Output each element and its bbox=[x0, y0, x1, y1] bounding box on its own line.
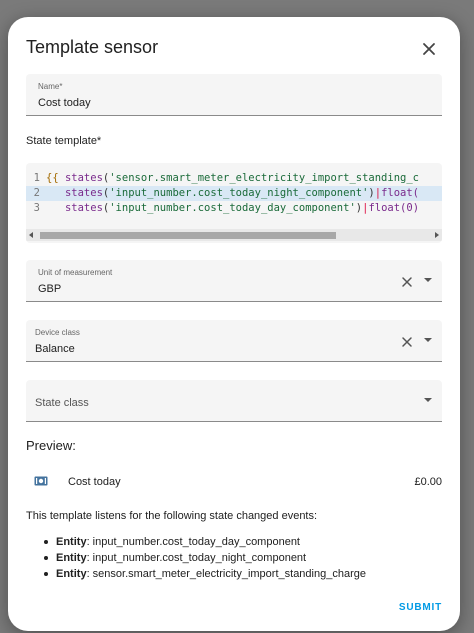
code-token: states bbox=[64, 187, 103, 199]
close-button[interactable] bbox=[416, 36, 442, 62]
device-class-field[interactable]: Device class Balance bbox=[26, 320, 442, 362]
listen-description: This template listens for the following … bbox=[26, 510, 318, 522]
code-line[interactable]: 3 states('input_number.cost_today_day_co… bbox=[26, 201, 442, 216]
entity-id: : input_number.cost_today_night_componen… bbox=[86, 552, 307, 564]
preview-entity-name: Cost today bbox=[68, 476, 121, 488]
code-token: float( bbox=[381, 187, 420, 199]
name-field-label: Name* bbox=[38, 82, 63, 91]
clear-icon[interactable] bbox=[400, 275, 414, 289]
unit-field-label: Unit of measurement bbox=[38, 268, 113, 277]
dialog-title: Template sensor bbox=[26, 37, 159, 57]
code-line[interactable]: 1{{ states('sensor.smart_meter_electrici… bbox=[26, 171, 442, 186]
state-class-placeholder: State class bbox=[35, 397, 89, 409]
preview-entity-row[interactable]: Cost today £0.00 bbox=[26, 472, 442, 494]
device-class-field-label: Device class bbox=[35, 328, 80, 337]
clear-icon[interactable] bbox=[400, 335, 414, 349]
code-token: 'input_number.cost_today_night_component… bbox=[109, 187, 369, 199]
scroll-thumb[interactable] bbox=[40, 232, 336, 239]
line-number: 1 bbox=[33, 172, 40, 184]
dropdown-arrow-icon[interactable] bbox=[424, 338, 432, 342]
cash-icon bbox=[34, 476, 48, 486]
line-number: 3 bbox=[33, 202, 40, 214]
state-class-field[interactable]: State class bbox=[26, 380, 442, 422]
list-item: Entity: input_number.cost_today_night_co… bbox=[42, 550, 366, 566]
code-token: states bbox=[64, 202, 103, 214]
list-item: Entity: sensor.smart_meter_electricity_i… bbox=[42, 566, 366, 582]
code-token: states bbox=[64, 172, 103, 184]
scroll-left-arrow-icon[interactable] bbox=[29, 232, 33, 238]
state-template-editor[interactable]: 1{{ states('sensor.smart_meter_electrici… bbox=[26, 163, 442, 243]
preview-label: Preview: bbox=[26, 438, 76, 453]
unit-field-value: GBP bbox=[38, 283, 62, 295]
template-sensor-dialog: Template sensor Name* Cost today State t… bbox=[8, 17, 460, 631]
entity-id: : sensor.smart_meter_electricity_import_… bbox=[86, 568, 366, 580]
code-token: 'input_number.cost_today_day_component' bbox=[109, 202, 356, 214]
list-item: Entity: input_number.cost_today_day_comp… bbox=[42, 534, 366, 550]
code-token: float(0) bbox=[368, 202, 420, 214]
listened-events-list: Entity: input_number.cost_today_day_comp… bbox=[42, 534, 366, 582]
entity-id: : input_number.cost_today_day_component bbox=[86, 536, 300, 548]
entity-prefix: Entity bbox=[56, 552, 87, 564]
submit-button[interactable]: SUBMIT bbox=[399, 602, 442, 613]
scroll-right-arrow-icon[interactable] bbox=[435, 232, 439, 238]
state-template-label: State template* bbox=[26, 135, 102, 147]
code-token: {{ bbox=[46, 172, 65, 184]
close-icon bbox=[423, 43, 435, 55]
dropdown-arrow-icon[interactable] bbox=[424, 278, 432, 282]
device-class-field-value: Balance bbox=[35, 343, 75, 355]
code-token: 'sensor.smart_meter_electricity_import_s… bbox=[109, 172, 419, 184]
entity-prefix: Entity bbox=[56, 536, 87, 548]
preview-entity-value: £0.00 bbox=[414, 476, 442, 488]
name-field[interactable]: Name* Cost today bbox=[26, 74, 442, 116]
code-line[interactable]: 2 states('input_number.cost_today_night_… bbox=[26, 186, 442, 201]
unit-of-measurement-field[interactable]: Unit of measurement GBP bbox=[26, 260, 442, 302]
code-horizontal-scrollbar[interactable] bbox=[26, 229, 442, 241]
line-number: 2 bbox=[33, 187, 40, 199]
name-field-value[interactable]: Cost today bbox=[38, 97, 91, 109]
dropdown-arrow-icon[interactable] bbox=[424, 398, 432, 402]
entity-prefix: Entity bbox=[56, 568, 87, 580]
